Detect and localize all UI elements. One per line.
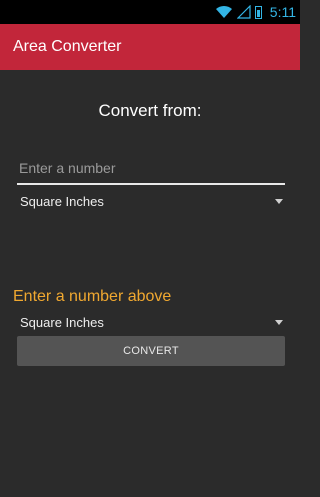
status-icons: 5:11 [215, 0, 296, 24]
convert-from-heading: Convert from: [98, 101, 202, 120]
status-time: 5:11 [269, 4, 296, 20]
action-bar: Area Converter [0, 24, 300, 70]
result-text: Enter a number above [13, 288, 172, 305]
number-input-container [17, 155, 285, 185]
wifi-icon [215, 5, 232, 18]
from-unit-label: Square Inches [20, 193, 104, 209]
from-unit-spinner[interactable]: Square Inches [17, 190, 285, 212]
battery-icon [254, 5, 262, 19]
signal-icon [236, 5, 251, 19]
dropdown-arrow-icon [275, 319, 283, 325]
to-unit-spinner[interactable]: Square Inches [17, 311, 285, 333]
dropdown-arrow-icon [275, 198, 283, 204]
convert-button[interactable]: CONVERT [17, 336, 285, 366]
app-title: Area Converter [13, 38, 122, 55]
number-input[interactable] [17, 155, 285, 181]
status-bar: 5:11 [0, 0, 300, 24]
to-unit-label: Square Inches [20, 314, 104, 330]
